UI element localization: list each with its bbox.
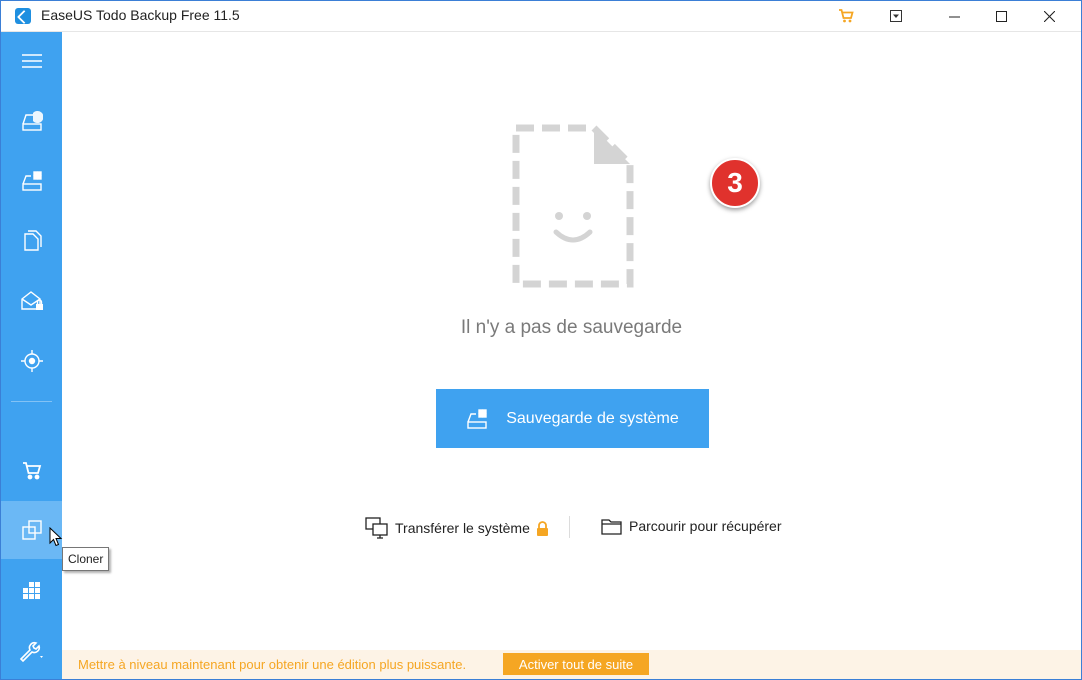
minimize-icon (948, 16, 960, 17)
browse-to-recover-label: Parcourir pour récupérer (629, 518, 782, 534)
empty-state-message: Il n'y a pas de sauvegarde (460, 317, 683, 338)
empty-document-icon (512, 124, 634, 288)
mouse-cursor-icon (49, 527, 63, 547)
upgrade-banner: Mettre à niveau maintenant pour obtenir … (62, 650, 1081, 679)
browse-to-recover-link[interactable]: Parcourir pour récupérer (601, 517, 782, 535)
mail-backup-icon (20, 291, 43, 310)
minimize-button[interactable] (931, 1, 977, 31)
menu-dropdown-button[interactable] (873, 1, 919, 31)
step-number-badge: 3 (710, 158, 760, 208)
file-backup-icon (23, 230, 42, 251)
maximize-button[interactable] (978, 1, 1024, 31)
store-button[interactable] (823, 1, 869, 31)
link-separator (569, 516, 570, 538)
close-icon (1043, 10, 1055, 22)
disk-backup-icon (21, 111, 43, 131)
upgrade-message: Mettre à niveau maintenant pour obtenir … (78, 657, 467, 672)
sidebar-item-shop[interactable] (1, 442, 62, 500)
system-backup-button[interactable]: Sauvegarde de système (436, 389, 709, 448)
wrench-icon (19, 641, 43, 662)
title-bar: EaseUS Todo Backup Free 11.5 (1, 1, 1081, 32)
window-title: EaseUS Todo Backup Free 11.5 (41, 7, 240, 23)
sidebar-item-tools[interactable] (1, 622, 62, 679)
folder-icon (601, 519, 622, 535)
lock-icon (536, 520, 548, 536)
sidebar-item-disk-backup[interactable] (1, 92, 62, 150)
hamburger-menu-icon (21, 54, 42, 68)
sidebar (1, 32, 62, 679)
sidebar-item-file-backup[interactable] (1, 212, 62, 270)
transfer-system-icon (365, 517, 388, 539)
system-backup-button-label: Sauvegarde de système (506, 409, 679, 427)
sidebar-item-mail-backup[interactable] (1, 272, 62, 330)
grid-icon (22, 582, 40, 599)
maximize-icon (995, 10, 1007, 22)
close-button[interactable] (1026, 1, 1072, 31)
sidebar-item-menu[interactable] (1, 32, 62, 90)
cart-icon (22, 462, 41, 480)
sidebar-divider (11, 401, 52, 402)
clone-icon (21, 520, 42, 540)
system-backup-icon (467, 408, 487, 429)
sidebar-item-smart-backup[interactable] (1, 332, 62, 390)
dropdown-icon (890, 10, 902, 22)
activate-now-button[interactable]: Activer tout de suite (503, 653, 649, 675)
sidebar-item-system-backup[interactable] (1, 152, 62, 210)
target-icon (20, 350, 43, 372)
clone-tooltip: Cloner (62, 547, 110, 571)
cart-icon (839, 9, 854, 23)
app-logo-icon (15, 8, 31, 24)
transfer-system-label: Transférer le système (395, 520, 530, 536)
transfer-system-link[interactable]: Transférer le système (365, 517, 549, 539)
main-content: 3 Il n'y a pas de sauvegarde Sauvegarde … (62, 32, 1081, 650)
system-backup-icon (21, 171, 42, 191)
sidebar-item-tools-grid[interactable] (1, 560, 62, 618)
app-window: EaseUS Todo Backup Free 11.5 3 Il n'y a … (0, 0, 1082, 680)
